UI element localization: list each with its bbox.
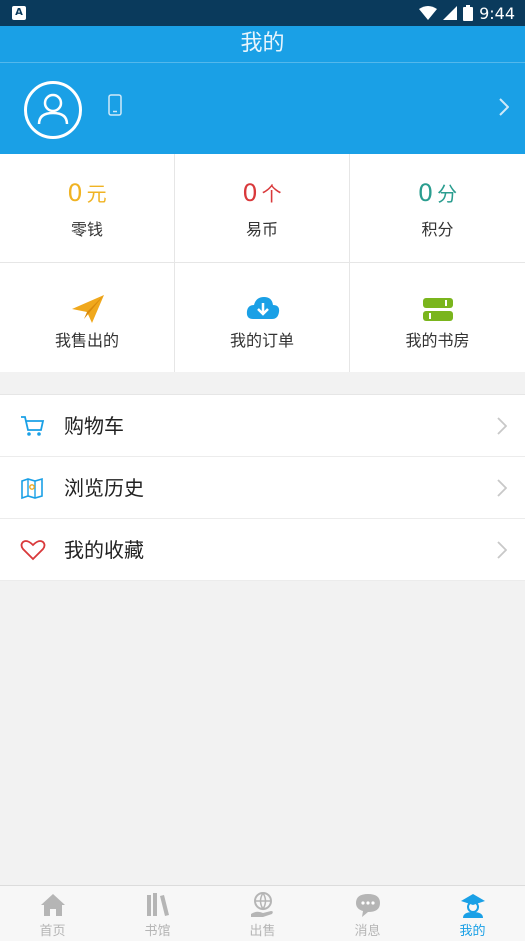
heart-icon xyxy=(20,540,46,561)
stat-wallet[interactable]: 0元 零钱 xyxy=(0,154,175,263)
menu-item-history-label: 浏览历史 xyxy=(64,476,144,500)
chevron-right-icon[interactable] xyxy=(499,98,509,116)
notification-icon: A xyxy=(12,6,26,20)
signal-icon xyxy=(443,6,458,20)
library-icon xyxy=(146,893,169,916)
stat-wallet-label: 零钱 xyxy=(70,220,103,239)
menu-item-history[interactable]: 浏览历史 xyxy=(0,457,525,519)
tab-home[interactable]: 首页 xyxy=(0,886,105,941)
menu-item-favorites-label: 我的收藏 xyxy=(64,538,144,562)
stats-grid: 0元 零钱 0个 易币 0分 积分 我售出的 我的订单 我的书房 xyxy=(0,154,525,372)
tab-sell-label: 出售 xyxy=(249,924,276,939)
stat-points-value: 0分 xyxy=(417,179,458,207)
stat-wallet-value: 0元 xyxy=(67,179,107,207)
chevron-right-icon xyxy=(497,541,507,559)
action-bookroom-label: 我的书房 xyxy=(405,331,470,350)
menu-item-cart[interactable]: 购物车 xyxy=(0,395,525,457)
tab-profile-label: 我的 xyxy=(459,924,486,939)
cart-icon xyxy=(21,416,45,436)
avatar[interactable] xyxy=(24,81,82,139)
bottom-tab-bar: 首页 书馆 出售 消息 我的 xyxy=(0,885,525,941)
stat-points-label: 积分 xyxy=(421,220,454,239)
tab-sell[interactable]: 出售 xyxy=(210,886,315,941)
stat-coins-label: 易币 xyxy=(245,220,278,239)
menu-item-favorites[interactable]: 我的收藏 xyxy=(0,519,525,581)
map-icon xyxy=(21,477,43,500)
status-bar: A 9:44 xyxy=(0,0,525,26)
message-icon xyxy=(355,894,380,917)
stat-coins[interactable]: 0个 易币 xyxy=(175,154,350,263)
tab-messages-label: 消息 xyxy=(354,924,381,939)
chevron-right-icon xyxy=(497,417,507,435)
action-orders[interactable]: 我的订单 xyxy=(175,263,350,372)
action-orders-label: 我的订单 xyxy=(229,331,294,350)
books-icon xyxy=(423,298,453,321)
action-sold[interactable]: 我售出的 xyxy=(0,263,175,372)
status-time: 9:44 xyxy=(479,3,515,23)
user-icon xyxy=(37,93,69,125)
page-title: 我的 xyxy=(240,31,285,56)
cloud-download-icon xyxy=(246,297,280,319)
chevron-right-icon xyxy=(497,479,507,497)
sell-icon xyxy=(250,892,273,917)
menu-list: 购物车 浏览历史 我的收藏 xyxy=(0,394,525,581)
action-sold-label: 我售出的 xyxy=(54,331,119,350)
profile-header[interactable]: 我的 xyxy=(0,26,525,154)
home-icon xyxy=(40,894,65,916)
tab-library[interactable]: 书馆 xyxy=(105,886,210,941)
battery-icon xyxy=(463,5,474,21)
wifi-icon xyxy=(419,6,438,20)
phone-icon xyxy=(108,94,122,116)
profile-icon xyxy=(460,894,485,918)
tab-profile[interactable]: 我的 xyxy=(420,886,525,941)
paper-plane-icon xyxy=(72,295,104,323)
tab-home-label: 首页 xyxy=(39,924,66,939)
header-divider xyxy=(0,62,525,63)
tab-library-label: 书馆 xyxy=(144,924,171,939)
stat-coins-value: 0个 xyxy=(242,179,282,207)
stat-points[interactable]: 0分 积分 xyxy=(350,154,525,263)
action-bookroom[interactable]: 我的书房 xyxy=(350,263,525,372)
menu-item-cart-label: 购物车 xyxy=(64,414,124,438)
tab-messages[interactable]: 消息 xyxy=(315,886,420,941)
